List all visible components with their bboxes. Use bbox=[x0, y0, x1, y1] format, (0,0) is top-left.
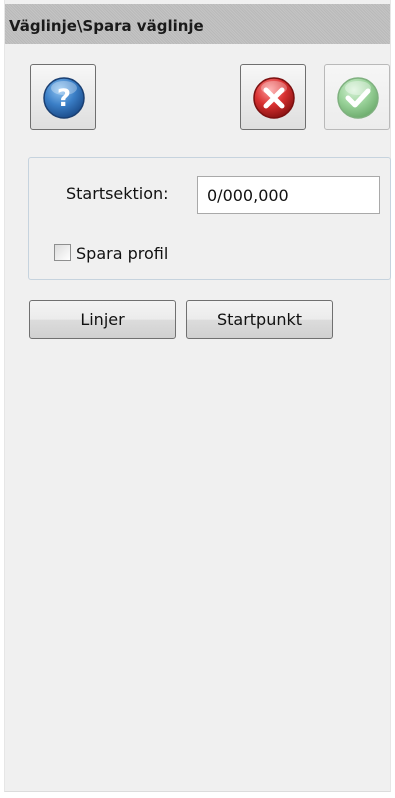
ok-button[interactable] bbox=[324, 64, 390, 130]
cancel-button[interactable] bbox=[240, 64, 306, 130]
help-icon: ? bbox=[43, 77, 85, 119]
lines-button[interactable]: Linjer bbox=[29, 300, 176, 339]
check-icon bbox=[337, 77, 379, 119]
start-section-input[interactable] bbox=[197, 176, 380, 214]
panel-title-bar: Väglinje\Spara väglinje bbox=[5, 4, 390, 44]
save-profile-checkbox[interactable] bbox=[54, 244, 71, 261]
help-button[interactable]: ? bbox=[30, 64, 96, 130]
settings-group: Startsektion: Spara profil bbox=[28, 157, 391, 280]
save-profile-label[interactable]: Spara profil bbox=[76, 244, 168, 263]
start-point-button[interactable]: Startpunkt bbox=[186, 300, 333, 339]
side-panel: Väglinje\Spara väglinje ? Startsektion: … bbox=[4, 0, 391, 792]
svg-text:?: ? bbox=[57, 84, 71, 112]
cancel-icon bbox=[253, 77, 295, 119]
panel-title: Väglinje\Spara väglinje bbox=[9, 17, 204, 35]
start-section-label: Startsektion: bbox=[66, 184, 169, 203]
